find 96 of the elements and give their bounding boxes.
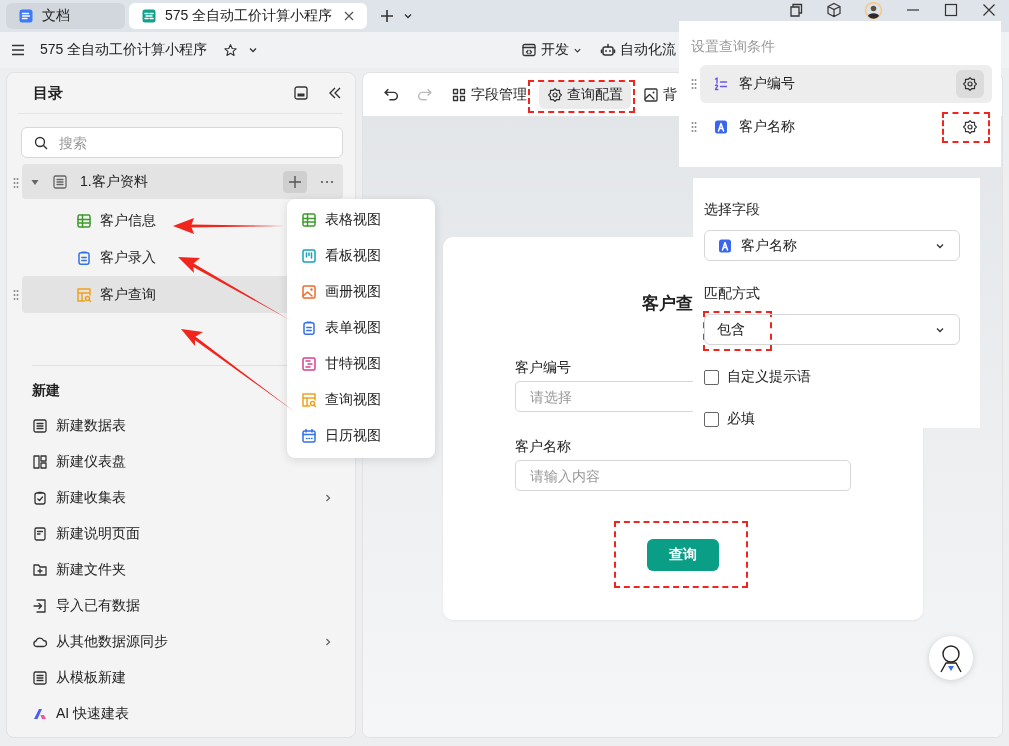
text-field-icon [717, 237, 733, 254]
drag-handle-icon[interactable] [691, 121, 697, 133]
condition-item[interactable]: 客户名称 [700, 108, 992, 146]
settings-button[interactable] [956, 70, 984, 98]
match-select[interactable]: 包含 [704, 314, 960, 345]
table-icon [52, 173, 68, 190]
grid-view-icon [76, 212, 92, 229]
number-field-icon [713, 76, 729, 92]
import-icon [32, 598, 48, 614]
toolbar-button[interactable]: 字段管理 [445, 80, 533, 109]
menu-item[interactable]: 新建文件夹 [10, 552, 343, 588]
sidebar-title: 目录 [33, 83, 64, 103]
app-title: 575 全自动工价计算小程序 [40, 41, 208, 59]
query-view-icon [301, 392, 317, 408]
annotation-box [703, 311, 772, 351]
text-field-icon [713, 119, 729, 135]
menu-item[interactable]: 从模板新建 [10, 660, 343, 696]
menu-item[interactable]: 甘特视图 [287, 346, 435, 382]
close-icon[interactable] [981, 2, 997, 18]
menu-item[interactable]: 看板视图 [287, 238, 435, 274]
toolbar-button[interactable]: 查询配置 [539, 80, 631, 109]
image-icon [643, 86, 659, 103]
field-select[interactable]: 客户名称 [704, 230, 960, 261]
collapse-icon[interactable] [327, 85, 343, 101]
field-label: 客户编号 [515, 358, 571, 377]
menu-item[interactable]: 表格视图 [287, 202, 435, 238]
avatar[interactable] [864, 0, 883, 20]
field-label: 客户名称 [515, 437, 571, 456]
input-field[interactable]: 请输入内容 [515, 460, 851, 491]
search-icon [33, 135, 49, 151]
search-field[interactable]: 搜索 [21, 127, 343, 158]
field-label: 匹配方式 [704, 284, 760, 303]
drag-handle-icon[interactable] [13, 177, 19, 189]
menu-item[interactable]: 表单视图 [287, 310, 435, 346]
header-menu[interactable]: 自动化流 [600, 41, 676, 59]
menu-item[interactable]: 查询视图 [287, 382, 435, 418]
table-icon [32, 418, 48, 434]
page-icon [32, 526, 48, 542]
gallery-view-icon [301, 284, 317, 300]
field-label: 选择字段 [704, 200, 760, 219]
checkbox[interactable] [704, 369, 719, 385]
settings-icon [962, 119, 978, 135]
form-view-icon [301, 320, 317, 336]
maximize-icon[interactable] [943, 2, 959, 18]
header-menu[interactable]: 开发 [521, 41, 582, 59]
menu-item[interactable]: 从其他数据源同步 [10, 624, 343, 660]
tree-item[interactable]: 1.客户资料 [22, 164, 343, 199]
add-button[interactable] [283, 170, 307, 193]
drag-handle-icon[interactable] [691, 78, 697, 90]
menu-item[interactable]: AI 快速建表 [10, 696, 343, 732]
cloud-icon [32, 634, 48, 650]
ai-icon [32, 706, 48, 722]
plus-icon [287, 173, 303, 190]
windows-icon[interactable] [788, 2, 804, 18]
plus-icon[interactable] [379, 8, 395, 24]
menu-item[interactable]: 新建说明页面 [10, 516, 343, 552]
browser-tab[interactable]: 文档 [6, 3, 125, 29]
folder-icon [32, 562, 48, 578]
cube-icon[interactable] [826, 2, 842, 18]
condition-item[interactable]: 客户编号 [700, 65, 992, 103]
star-icon[interactable] [223, 42, 239, 58]
browser-tab[interactable]: 575 全自动工价计算小程序 [129, 3, 367, 29]
undo-icon[interactable] [383, 86, 400, 103]
calendar-view-icon [301, 428, 317, 444]
menu-item[interactable]: 新建收集表 [10, 480, 343, 516]
app-icon [18, 8, 34, 24]
annotation-box [942, 112, 990, 143]
kanban-view-icon [301, 248, 317, 264]
tree-label: 1.客户资料 [80, 172, 149, 191]
query-view-icon [76, 286, 92, 303]
menu-item[interactable]: 导入已有数据 [10, 588, 343, 624]
app-icon [141, 8, 157, 24]
grid-view-icon [301, 212, 317, 228]
assistant-icon[interactable] [929, 636, 973, 680]
caret-icon[interactable] [403, 11, 413, 21]
fields-icon [451, 86, 467, 103]
dashboard-icon [32, 454, 48, 470]
form-title: 客户查 [642, 293, 693, 315]
settings-icon [547, 86, 563, 103]
dev-icon [521, 42, 537, 58]
gantt-view-icon [301, 356, 317, 372]
menu-icon[interactable] [10, 42, 26, 58]
caret-icon[interactable] [248, 45, 259, 55]
robot-icon [600, 42, 616, 58]
table-icon [32, 670, 48, 686]
checkbox[interactable] [704, 411, 719, 427]
settings-icon [962, 76, 978, 92]
form-view-icon [76, 249, 92, 266]
panel-icon[interactable] [293, 85, 309, 101]
toolbar-button[interactable]: 背 [637, 80, 678, 109]
panel-title: 设置查询条件 [691, 37, 775, 56]
collect-icon [32, 490, 48, 506]
drag-handle-icon[interactable] [13, 288, 19, 301]
checkbox-label: 必填 [727, 410, 755, 428]
section-title: 新建 [32, 381, 60, 400]
close-icon[interactable] [343, 10, 355, 22]
